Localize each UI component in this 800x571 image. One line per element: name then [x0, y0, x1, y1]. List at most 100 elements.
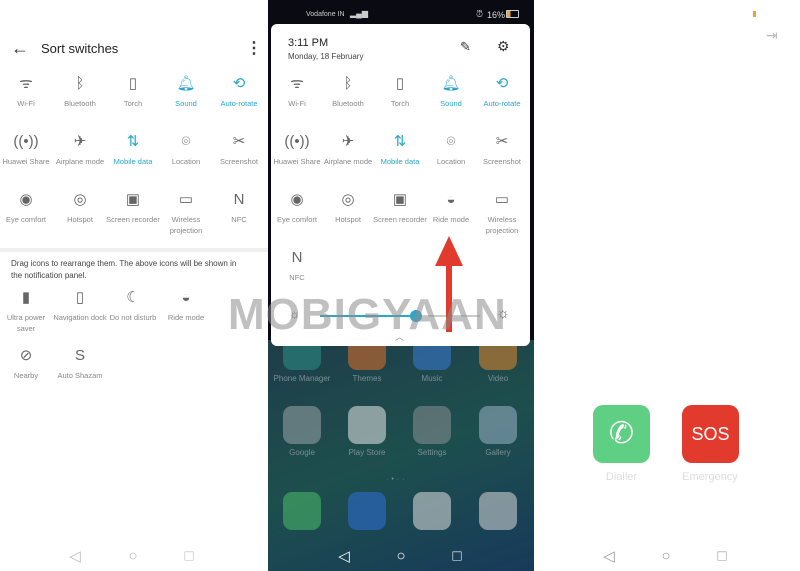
- tile-location[interactable]: ⌾ Location: [158, 132, 214, 167]
- app-settings[interactable]: Settings: [400, 406, 464, 457]
- screenshot-icon: ✂: [495, 133, 509, 150]
- nav-home-icon[interactable]: ○: [661, 548, 670, 565]
- nav-home-icon[interactable]: ○: [396, 548, 405, 565]
- tile-airplane-mode[interactable]: ✈ Airplane mode: [320, 132, 376, 167]
- wifi-icon: ᯤ: [290, 75, 304, 92]
- dock-app[interactable]: [466, 492, 530, 530]
- divider: [0, 248, 268, 252]
- settings-gear-icon[interactable]: ⚙: [497, 38, 510, 55]
- tile-label: Mobile data: [380, 157, 420, 166]
- tile-label: Wi-Fi: [17, 99, 35, 108]
- eye-icon: ◉: [19, 191, 33, 208]
- tile-auto-shazam[interactable]: S Auto Shazam: [52, 346, 108, 381]
- tile-nearby[interactable]: ⊘ Nearby: [0, 346, 54, 381]
- tile-hotspot[interactable]: ◎ Hotspot: [52, 190, 108, 225]
- nav-recents-icon[interactable]: □: [184, 548, 193, 565]
- tile-label: Bluetooth: [64, 99, 96, 108]
- tile-label: NFC: [289, 273, 305, 282]
- exit-icon[interactable]: ⇥: [766, 27, 778, 44]
- tile-do-not-disturb[interactable]: ☾ Do not disturb: [105, 288, 161, 323]
- tile-ride-mode[interactable]: ◒ Ride mode: [423, 190, 479, 225]
- notification-panel-screen: Vodafone IN ▂▄▆ ⏰︎ 16% Phone Manager Them…: [268, 0, 534, 571]
- app-icon: [479, 406, 517, 444]
- huawei-share-icon: ((•)): [284, 133, 310, 150]
- app-gallery[interactable]: Gallery: [466, 406, 530, 457]
- location-icon: ⌾: [446, 133, 456, 150]
- tile-wi-fi[interactable]: ᯤ Wi-Fi: [269, 74, 325, 109]
- nav-back-icon[interactable]: ◁: [69, 547, 81, 565]
- dialler-button[interactable]: ✆: [593, 405, 650, 463]
- tile-label: Auto Shazam: [57, 371, 103, 380]
- status-indicator-icon: [753, 11, 756, 17]
- tile-label: Hotspot: [335, 215, 361, 224]
- tile-sound[interactable]: 🔔︎ Sound: [423, 74, 479, 109]
- nav-recents-icon[interactable]: □: [717, 548, 726, 565]
- app-label: Google: [289, 448, 315, 457]
- emergency-label: Emergency: [682, 471, 738, 483]
- emergency-sos-button[interactable]: SOS: [682, 405, 739, 463]
- tile-label: Hotspot: [67, 215, 93, 224]
- tile-auto-rotate[interactable]: ⟲ Auto-rotate: [211, 74, 267, 109]
- signal-icon: ▂▄▆: [350, 9, 368, 18]
- tile-label: Eye comfort: [5, 215, 46, 224]
- tile-huawei-share[interactable]: ((•)) Huawei Share: [269, 132, 325, 167]
- tile-mobile-data[interactable]: ⇅ Mobile data: [105, 132, 161, 167]
- huawei-share-icon: ((•)): [13, 133, 39, 150]
- tile-screenshot[interactable]: ✂ Screenshot: [474, 132, 530, 167]
- back-arrow-icon[interactable]: ←: [11, 38, 29, 59]
- dock-app[interactable]: [335, 492, 399, 530]
- tile-label: NFC: [231, 215, 247, 224]
- tile-label: Torch: [123, 99, 143, 108]
- tile-wireless-projection[interactable]: ▭ Wireless projection: [158, 190, 214, 236]
- tile-torch[interactable]: ▯ Torch: [372, 74, 428, 109]
- tile-torch[interactable]: ▯ Torch: [105, 74, 161, 109]
- tile-auto-rotate[interactable]: ⟲ Auto-rotate: [474, 74, 530, 109]
- tile-label: Bluetooth: [332, 99, 364, 108]
- tile-label: Wireless projection: [485, 215, 519, 235]
- tile-label: Nearby: [13, 371, 39, 380]
- edit-icon[interactable]: ✎: [460, 39, 471, 55]
- dock-app[interactable]: [400, 492, 464, 530]
- tile-label: Screenshot: [220, 157, 258, 166]
- tile-label: Navigation dock: [53, 313, 107, 322]
- tile-huawei-share[interactable]: ((•)) Huawei Share: [0, 132, 54, 167]
- tile-wireless-projection[interactable]: ▭ Wireless projection: [474, 190, 530, 236]
- tile-label: Mobile data: [113, 157, 153, 166]
- dock-app[interactable]: [270, 492, 334, 530]
- tile-nfc[interactable]: N NFC: [211, 190, 267, 225]
- location-icon: ⌾: [181, 133, 191, 150]
- tile-eye-comfort[interactable]: ◉ Eye comfort: [269, 190, 325, 225]
- nfc-icon: N: [291, 249, 303, 266]
- nav-back-icon[interactable]: ◁: [603, 547, 615, 565]
- tile-label: Eye comfort: [276, 215, 317, 224]
- tile-hotspot[interactable]: ◎ Hotspot: [320, 190, 376, 225]
- more-options-icon[interactable]: ⋮: [246, 38, 262, 58]
- app-play-store[interactable]: Play Store: [335, 406, 399, 457]
- tile-screenshot[interactable]: ✂ Screenshot: [211, 132, 267, 167]
- app-google[interactable]: Google: [270, 406, 334, 457]
- tile-ultra-power-saver[interactable]: ▮ Ultra power saver: [0, 288, 54, 334]
- wifi-icon: ᯤ: [19, 75, 33, 92]
- tile-eye-comfort[interactable]: ◉ Eye comfort: [0, 190, 54, 225]
- tile-bluetooth[interactable]: ᛒ Bluetooth: [52, 74, 108, 109]
- wireless-projection-icon: ▭: [178, 191, 194, 208]
- tile-mobile-data[interactable]: ⇅ Mobile data: [372, 132, 428, 167]
- tile-location[interactable]: ⌾ Location: [423, 132, 479, 167]
- nav-home-icon[interactable]: ○: [128, 548, 137, 565]
- tile-screen-recorder[interactable]: ▣ Screen recorder: [372, 190, 428, 225]
- tile-navigation-dock[interactable]: ▯ Navigation dock: [52, 288, 108, 323]
- tile-ride-mode[interactable]: ◒ Ride mode: [158, 288, 214, 323]
- nav-back-icon[interactable]: ◁: [338, 547, 350, 565]
- tile-nfc[interactable]: N NFC: [269, 248, 325, 283]
- tile-label: Location: [171, 157, 201, 166]
- tile-airplane-mode[interactable]: ✈ Airplane mode: [52, 132, 108, 167]
- tile-sound[interactable]: 🔔︎ Sound: [158, 74, 214, 109]
- alarm-icon: ⏰︎: [476, 9, 484, 19]
- moon-icon: ☾: [126, 289, 140, 306]
- tile-bluetooth[interactable]: ᛒ Bluetooth: [320, 74, 376, 109]
- nav-recents-icon[interactable]: □: [452, 548, 461, 565]
- tile-label: Ride mode: [432, 215, 470, 224]
- nearby-icon: ⊘: [19, 347, 33, 364]
- tile-screen-recorder[interactable]: ▣ Screen recorder: [105, 190, 161, 225]
- tile-wi-fi[interactable]: ᯤ Wi-Fi: [0, 74, 54, 109]
